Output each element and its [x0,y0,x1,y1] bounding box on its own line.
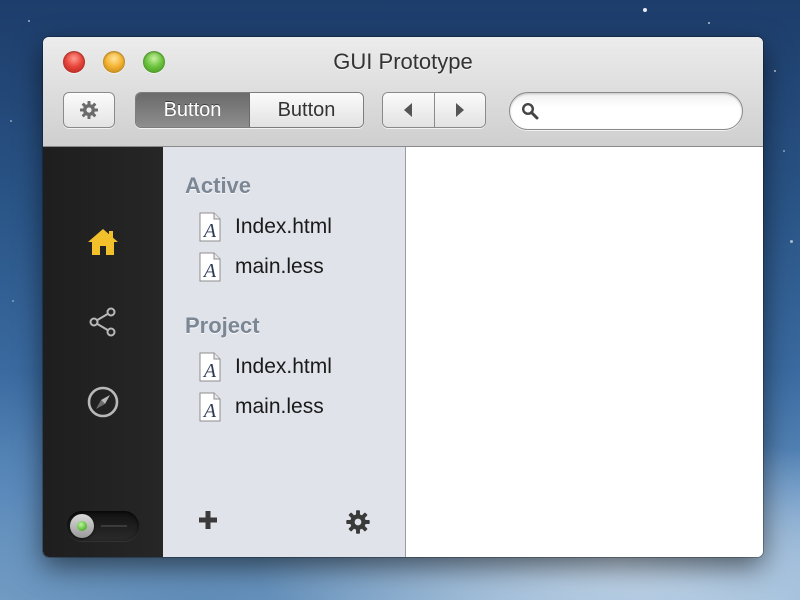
share-icon [89,307,116,337]
file-label: main.less [235,395,324,418]
segmented-control: Button Button [135,92,364,128]
segment-button-1[interactable]: Button [136,93,250,127]
file-label: Index.html [235,355,332,378]
app-window: GUI Prototype Button Button Active A Ind… [43,37,763,557]
gear-icon [346,510,370,534]
desktop-background: GUI Prototype Button Button Active A Ind… [0,0,800,600]
svg-text:A: A [202,360,217,382]
svg-text:A: A [202,260,217,282]
home-nav-item[interactable] [86,225,120,259]
text-file-icon: A [199,352,221,382]
plus-icon [199,511,217,529]
file-item[interactable]: A main.less [199,251,324,283]
magnifier-icon [521,102,539,120]
triangle-right-icon [455,103,464,117]
triangle-left-icon [404,103,413,117]
file-sidebar: Active A Index.html A main.less Project [163,147,406,557]
section-title-active: Active [185,173,252,198]
text-file-icon: A [199,252,221,282]
home-icon [88,229,118,255]
main-content-area[interactable] [406,147,763,557]
forward-button[interactable] [434,93,485,127]
svg-text:A: A [202,400,217,422]
settings-button[interactable] [63,92,115,128]
window-title: GUI Prototype [333,49,473,74]
title-bar: GUI Prototype Button Button [43,37,763,147]
segment-button-2[interactable]: Button [250,93,363,127]
section-title-project: Project [185,313,260,338]
search-field[interactable] [509,92,743,130]
power-toggle[interactable] [67,511,139,541]
file-item[interactable]: A Index.html [199,211,332,243]
file-label: main.less [235,255,324,278]
compass-icon [87,386,119,418]
file-label: Index.html [235,215,332,238]
compass-nav-item[interactable] [86,385,120,419]
file-item[interactable]: A main.less [199,391,324,423]
add-button[interactable] [197,509,219,531]
sidebar-settings-button[interactable] [345,509,371,535]
navigation-control [382,92,486,128]
share-nav-item[interactable] [86,305,120,339]
status-led-icon [77,521,87,531]
text-file-icon: A [199,212,221,242]
svg-text:A: A [202,220,217,242]
text-file-icon: A [199,392,221,422]
icon-sidebar [43,147,163,557]
search-input[interactable] [546,99,735,125]
file-item[interactable]: A Index.html [199,351,332,383]
gear-icon [80,101,98,119]
toggle-track [101,525,127,527]
back-button[interactable] [383,93,435,127]
